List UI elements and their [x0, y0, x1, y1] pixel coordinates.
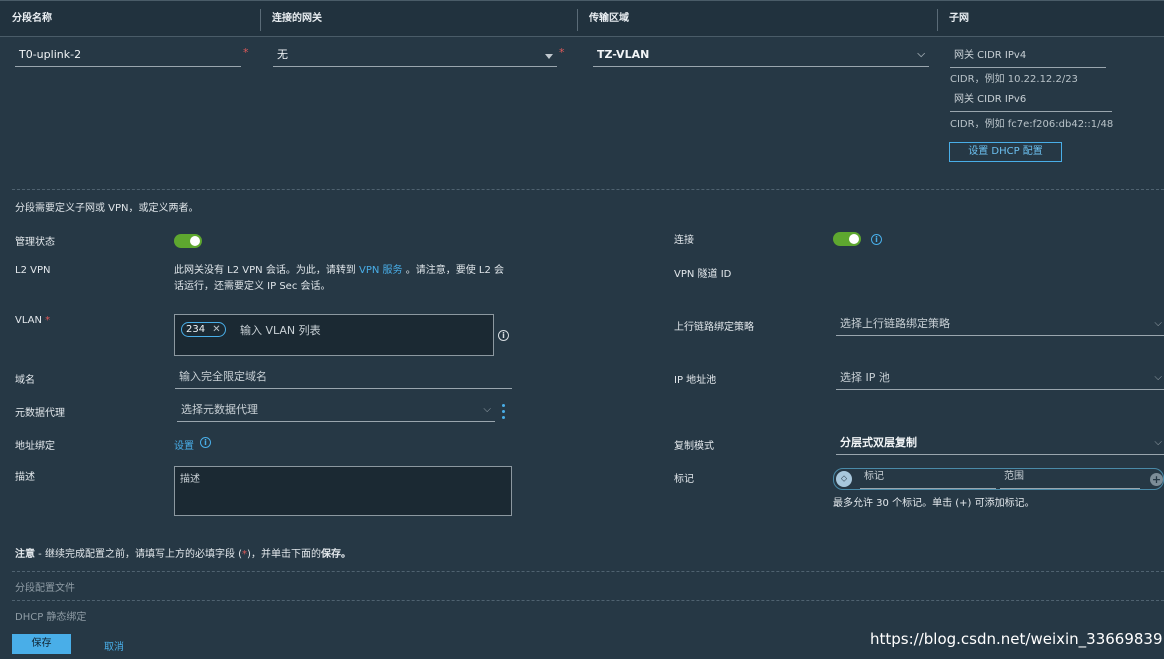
note-prefix: 注意 [15, 549, 35, 560]
vlan-label-text: VLAN [15, 315, 42, 326]
note-save-word: 保存。 [320, 549, 351, 560]
vlan-tag-chip: 234 ✕ [181, 322, 226, 337]
table-header: 分段名称 连接的网关 传输区域 子网 [0, 0, 1164, 37]
gateway-cidr-ipv6-input[interactable]: 网关 CIDR IPv6 [950, 90, 1112, 112]
metadata-proxy-select[interactable]: 选择元数据代理 ⌵ [177, 400, 495, 422]
uplink-policy-placeholder: 选择上行链路绑定策略 [840, 317, 950, 330]
admin-state-label: 管理状态 [15, 237, 55, 248]
col-segment-name: 分段名称 [12, 13, 52, 24]
connect-label: 连接 [674, 235, 694, 246]
info-circle-icon[interactable]: i [200, 437, 211, 448]
save-button[interactable]: 保存 [12, 634, 71, 654]
ipv6-hint: CIDR，例如 fc7e:f206:db42::1/48 [950, 119, 1114, 130]
description-textarea[interactable]: 描述 [174, 466, 512, 516]
caret-down-icon [545, 54, 553, 59]
toggle-knob [190, 236, 200, 246]
segment-notice: 分段需要定义子网或 VPN，或定义两者。 [15, 203, 199, 214]
l2vpn-text-3: 话运行，还需要定义 IP Sec 会话。 [174, 281, 331, 292]
gateway-value: 无 [277, 48, 288, 61]
admin-state-toggle[interactable] [174, 234, 202, 248]
ip-pool-label: IP 地址池 [674, 375, 717, 386]
address-binding-label: 地址绑定 [15, 441, 55, 452]
divider [12, 189, 1164, 190]
l2vpn-label: L2 VPN [15, 265, 51, 276]
l2vpn-info: 此网关没有 L2 VPN 会话。为此，请转到 VPN 服务 。请注意，要使 L2… [174, 263, 514, 295]
tag-icon: ⬦ [836, 471, 852, 487]
l2vpn-text-2: 。请注意，要使 L2 会 [405, 265, 505, 276]
vlan-input[interactable]: 234 ✕ 输入 VLAN 列表 [174, 314, 494, 356]
required-fields-note: 注意 - 继续完成配置之前，请填写上方的必填字段 (*)，并单击下面的保存。 [15, 545, 351, 560]
info-circle-icon[interactable]: i [498, 330, 509, 341]
tags-input-group: ⬦ 标记 范围 + [833, 468, 1164, 490]
vlan-label: VLAN * [15, 315, 50, 326]
col-gateway: 连接的网关 [272, 13, 322, 24]
watermark-text: https://blog.csdn.net/weixin_33669839 [870, 630, 1163, 648]
toggle-knob [849, 234, 859, 244]
required-marker: * [45, 315, 51, 326]
cancel-button[interactable]: 取消 [104, 638, 124, 653]
vpn-tunnel-id-label: VPN 隧道 ID [674, 269, 732, 280]
description-label: 描述 [15, 472, 35, 483]
tags-hint: 最多允许 30 个标记。单击 (+) 可添加标记。 [833, 498, 1035, 509]
scope-input[interactable]: 范围 [1000, 467, 1140, 489]
vlan-tag-value: 234 [186, 324, 206, 335]
replication-mode-value: 分层式双层复制 [840, 436, 917, 449]
transport-zone-select[interactable]: TZ-VLAN ⌵ [593, 45, 929, 67]
transport-zone-value: TZ-VLAN [597, 48, 650, 61]
metadata-proxy-placeholder: 选择元数据代理 [181, 403, 258, 416]
vertical-dots-icon[interactable] [502, 404, 506, 420]
chevron-down-icon: ⌵ [1154, 372, 1162, 383]
uplink-teaming-policy-label: 上行链路绑定策略 [674, 322, 754, 333]
domain-label: 域名 [15, 375, 35, 386]
divider [12, 600, 1164, 601]
chevron-down-icon: ⌵ [917, 49, 925, 60]
replication-mode-select[interactable]: 分层式双层复制 ⌵ [836, 433, 1164, 455]
note-text: - 继续完成配置之前，请填写上方的必填字段 ( [35, 549, 243, 560]
col-subnet: 子网 [949, 13, 969, 24]
ipv4-hint: CIDR，例如 10.22.12.2/23 [950, 74, 1078, 85]
uplink-teaming-policy-select[interactable]: 选择上行链路绑定策略 ⌵ [836, 314, 1164, 336]
segment-name-input[interactable]: T0-uplink-2 [15, 45, 241, 67]
connect-toggle[interactable] [833, 232, 861, 246]
replication-mode-label: 复制模式 [674, 441, 714, 452]
info-circle-icon[interactable]: i [871, 234, 882, 245]
domain-name-input[interactable]: 输入完全限定域名 [175, 367, 512, 389]
required-marker: * [243, 46, 249, 59]
ip-pool-select[interactable]: 选择 IP 池 ⌵ [836, 368, 1164, 390]
set-dhcp-config-button[interactable]: 设置 DHCP 配置 [949, 142, 1062, 162]
note-text-2: )，并单击下面的 [247, 549, 321, 560]
plus-circle-icon[interactable]: + [1150, 473, 1163, 486]
chevron-down-icon: ⌵ [1154, 437, 1162, 448]
dhcp-static-bindings-section[interactable]: DHCP 静态绑定 [15, 608, 86, 623]
chevron-down-icon: ⌵ [1154, 318, 1162, 329]
tags-label: 标记 [674, 474, 694, 485]
tag-input[interactable]: 标记 [860, 467, 996, 489]
segment-profiles-section[interactable]: 分段配置文件 [15, 579, 75, 594]
close-icon[interactable]: ✕ [212, 324, 220, 335]
col-transport-zone: 传输区域 [589, 13, 629, 24]
chevron-down-icon: ⌵ [483, 404, 491, 415]
l2vpn-text-1: 此网关没有 L2 VPN 会话。为此，请转到 [174, 265, 356, 276]
metadata-proxy-label: 元数据代理 [15, 408, 65, 419]
vlan-placeholder: 输入 VLAN 列表 [240, 324, 321, 337]
gateway-cidr-ipv4-input[interactable]: 网关 CIDR IPv4 [950, 46, 1106, 68]
description-placeholder: 描述 [180, 474, 200, 485]
address-binding-set-link[interactable]: 设置 [174, 437, 194, 452]
vpn-service-link[interactable]: VPN 服务 [359, 265, 403, 276]
gateway-select[interactable]: 无 [273, 45, 557, 67]
divider [12, 571, 1164, 572]
required-marker: * [559, 46, 565, 59]
ip-pool-placeholder: 选择 IP 池 [840, 371, 890, 384]
